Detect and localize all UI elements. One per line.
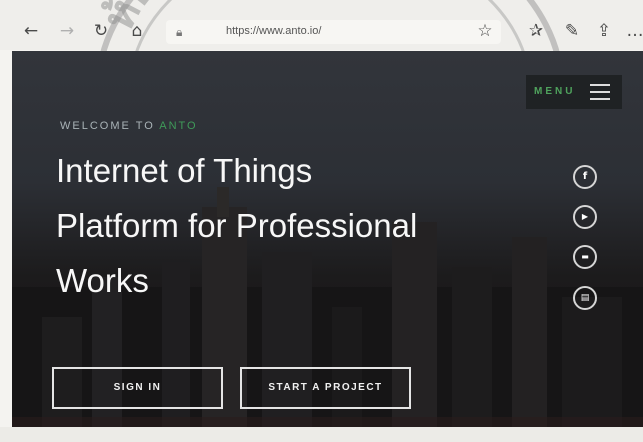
page-bottom-margin [0, 427, 643, 442]
document-icon[interactable]: ▤ [573, 286, 597, 310]
headline-line-3: Works [56, 262, 149, 299]
sign-in-button[interactable]: SIGN IN [52, 367, 223, 409]
home-icon[interactable]: ⌂ [128, 22, 146, 40]
reload-icon[interactable]: ↻ [92, 22, 110, 40]
menu-button[interactable]: MENU [526, 75, 622, 109]
welcome-text: WELCOME TO ANTO [60, 120, 198, 132]
welcome-prefix: WELCOME TO [60, 120, 160, 132]
hero-headline: Internet of Things Platform for Professi… [56, 143, 526, 308]
star-icon[interactable]: ☆ [476, 22, 494, 40]
lock-icon: 🔒︎ [176, 25, 183, 39]
facebook-icon[interactable]: f [573, 165, 597, 189]
pen-icon[interactable]: ✎ [563, 22, 581, 40]
address-bar[interactable]: 🔒︎ https://www.anto.io/ [166, 20, 501, 44]
forward-icon[interactable]: → [58, 22, 76, 40]
more-icon[interactable]: … [626, 22, 643, 40]
chat-icon[interactable]: ▬ [573, 245, 597, 269]
address-bar-url[interactable]: https://www.anto.io/ [226, 25, 321, 37]
share-icon[interactable]: ⇪ [595, 22, 613, 40]
headline-line-2: Platform for Professional [56, 207, 418, 244]
hamburger-icon [590, 84, 610, 100]
welcome-brand: ANTO [159, 120, 198, 132]
menu-label: MENU [534, 86, 576, 97]
browser-toolbar: ← → ↻ ⌂ 🔒︎ https://www.anto.io/ ☆ ✰ ✎ ⇪ … [0, 0, 643, 50]
headline-line-1: Internet of Things [56, 152, 313, 189]
youtube-icon[interactable]: ▶ [573, 205, 597, 229]
favorites-icon[interactable]: ✰ [527, 22, 545, 40]
start-project-button[interactable]: START A PROJECT [240, 367, 411, 409]
hero-section: MENU WELCOME TO ANTO Internet of Things … [12, 51, 643, 427]
back-icon[interactable]: ← [22, 22, 40, 40]
